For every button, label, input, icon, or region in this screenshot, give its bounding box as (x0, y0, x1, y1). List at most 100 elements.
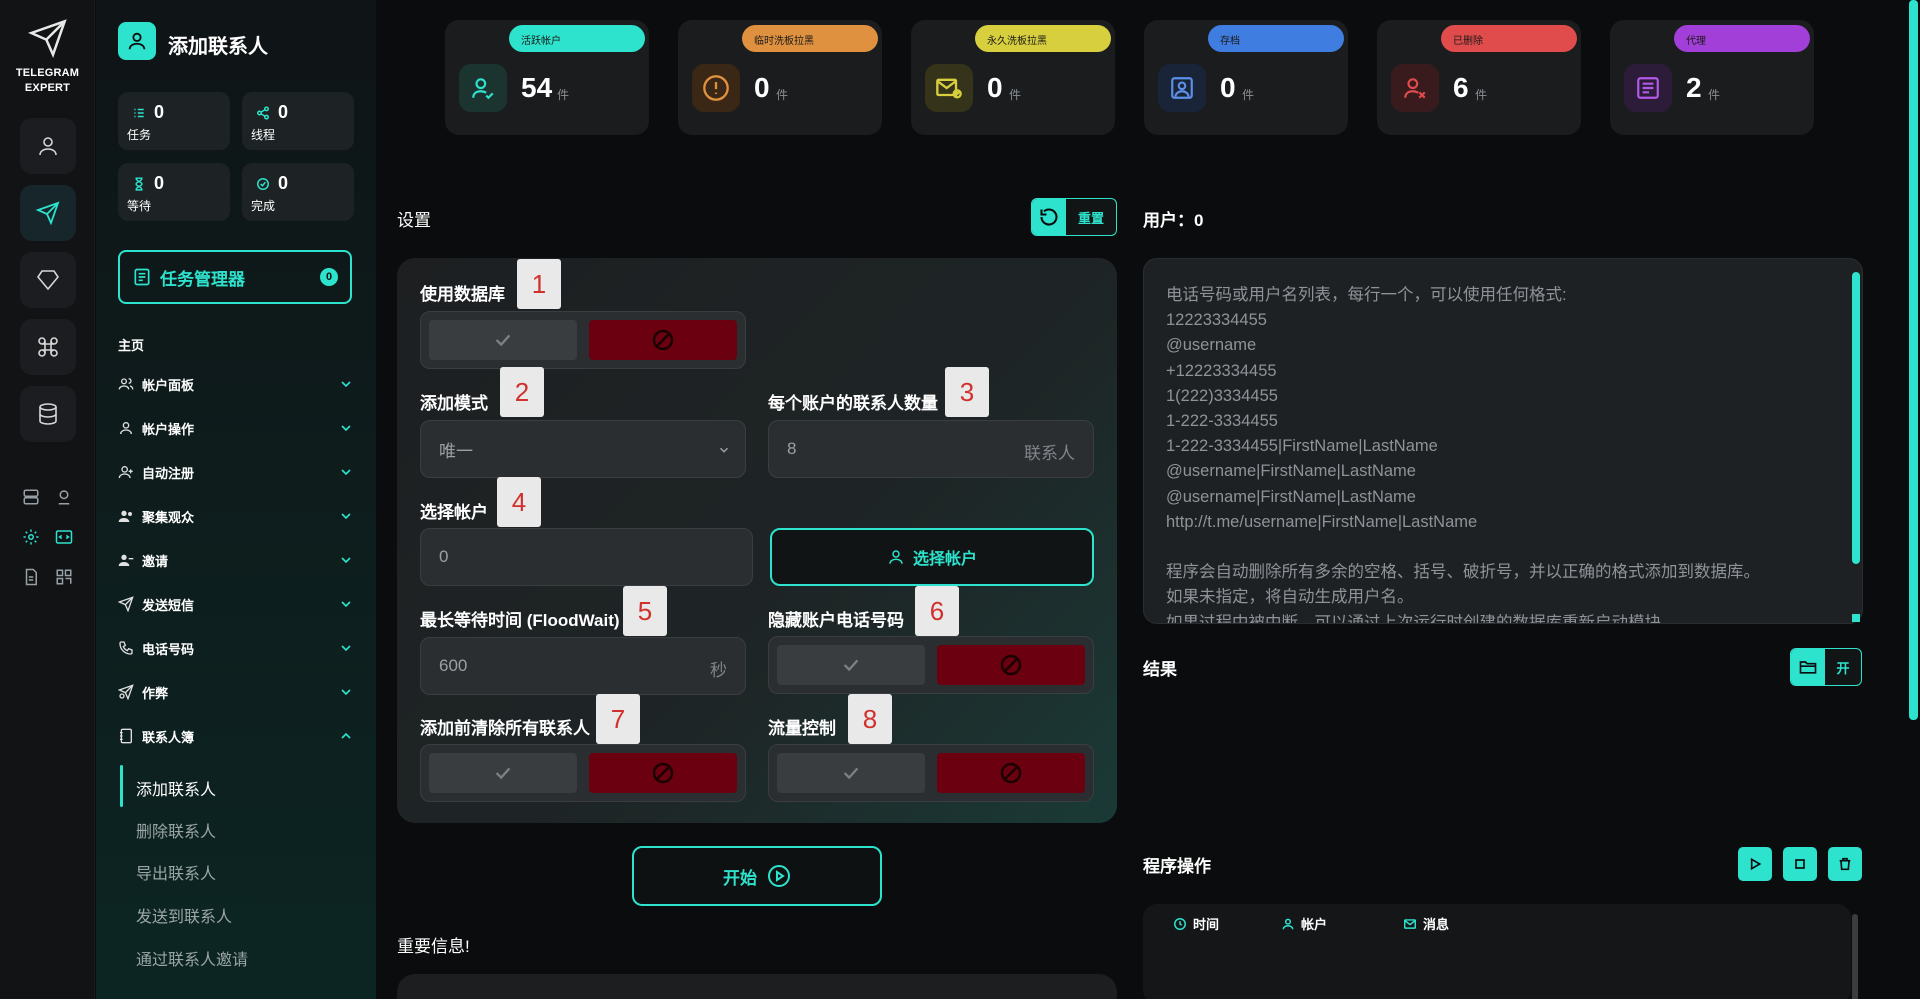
column-header-account[interactable]: 帐户 (1281, 914, 1327, 933)
clear-log-button[interactable] (1828, 847, 1862, 881)
toggle-no-button[interactable] (937, 645, 1085, 685)
sidebar-item-gather-audience[interactable]: 聚集观众 (118, 503, 354, 529)
sub-item-export-contacts[interactable]: 导出联系人 (136, 860, 216, 884)
reset-button[interactable]: 重置 (1031, 198, 1117, 236)
document-icon[interactable] (20, 566, 42, 588)
gear-icon[interactable] (20, 526, 42, 548)
check-icon (492, 762, 514, 784)
card-temp-blocked[interactable]: 临时洗板拉黑 0 件 (678, 20, 882, 135)
add-mode-value: 唯一 (439, 441, 473, 461)
sub-item-delete-contacts[interactable]: 删除联系人 (136, 818, 216, 842)
per-account-input[interactable]: 8 联系人 (768, 420, 1094, 478)
chevron-down-icon (338, 552, 354, 568)
hide-phone-toggle[interactable] (768, 636, 1094, 694)
group-icon (118, 508, 140, 524)
selected-account-count-field[interactable]: 0 (420, 528, 753, 586)
add-mode-select[interactable]: 唯一 (420, 420, 746, 478)
card-value: 0 (1220, 72, 1236, 103)
stop-button[interactable] (1783, 847, 1817, 881)
sidebar-item-send-sms[interactable]: 发送短信 (118, 591, 354, 617)
qr-icon[interactable] (53, 566, 75, 588)
card-unit: 件 (1009, 88, 1022, 102)
open-results-button[interactable]: 开 (1790, 648, 1862, 686)
operations-title: 程序操作 (1143, 857, 1211, 876)
ban-icon (999, 761, 1023, 785)
sidebar-item-auto-register[interactable]: 自动注册 (118, 459, 354, 485)
paper-plane-logo-icon (27, 18, 68, 58)
column-header-message[interactable]: 消息 (1403, 914, 1449, 933)
annotation-tag-1: 1 (517, 259, 561, 309)
folder-open-icon (1791, 649, 1825, 685)
clock-icon (1173, 917, 1187, 931)
rail-premium-button[interactable] (20, 252, 76, 308)
task-manager-button[interactable]: 任务管理器 0 (118, 250, 352, 304)
users-textarea[interactable]: 电话号码或用户名列表，每行一个，可以使用任何格式: 12223334455 @u… (1143, 258, 1863, 624)
rail-account-button[interactable] (20, 118, 76, 174)
textarea-resize-handle[interactable] (1852, 614, 1860, 622)
trash-icon (1837, 856, 1853, 872)
sidebar-item-contact-book[interactable]: 联系人簿 (118, 723, 354, 749)
select-account-button[interactable]: 选择帐户 (770, 528, 1094, 586)
sidebar-item-account-panel[interactable]: 帐户面板 (118, 371, 354, 397)
traffic-control-toggle[interactable] (768, 744, 1094, 802)
sidebar-item-phone-numbers[interactable]: 电话号码 (118, 635, 354, 661)
card-active-accounts[interactable]: 活跃帐户 54 件 (445, 20, 649, 135)
code-window-icon[interactable] (53, 526, 75, 548)
toggle-yes-button[interactable] (429, 753, 577, 793)
chevron-down-icon (338, 376, 354, 392)
toggle-no-button[interactable] (589, 753, 737, 793)
clear-before-toggle[interactable] (420, 744, 746, 802)
use-db-label: 使用数据库 (420, 285, 505, 304)
settings-title: 设置 (397, 211, 431, 230)
chevron-down-icon (338, 508, 354, 524)
important-info-box (397, 974, 1117, 999)
ban-icon (651, 328, 675, 352)
ban-icon (651, 761, 675, 785)
card-chip: 存档 (1208, 25, 1344, 52)
toggle-yes-button[interactable] (429, 320, 577, 360)
alert-circle-icon (692, 64, 740, 112)
sidebar-item-cheat[interactable]: 作弊 (118, 679, 354, 705)
page-scrollbar[interactable] (1909, 0, 1918, 720)
sub-item-send-to-contacts[interactable]: 发送到联系人 (136, 903, 232, 927)
card-value: 0 (754, 72, 770, 103)
toggle-no-button[interactable] (937, 753, 1085, 793)
sub-item-invite-via-contacts[interactable]: 通过联系人邀请 (136, 946, 248, 970)
start-button[interactable]: 开始 (632, 846, 882, 906)
server-icon[interactable] (20, 486, 42, 508)
start-label: 开始 (723, 868, 757, 888)
toggle-yes-button[interactable] (777, 645, 925, 685)
column-header-time[interactable]: 时间 (1173, 914, 1219, 933)
log-scrollbar[interactable] (1852, 914, 1858, 999)
flood-wait-input[interactable]: 600 秒 (420, 637, 746, 695)
card-unit: 件 (1475, 88, 1488, 102)
toggle-yes-button[interactable] (777, 753, 925, 793)
play-circle-icon (767, 864, 791, 888)
rail-command-button[interactable] (20, 319, 76, 375)
card-chip: 活跃帐户 (509, 25, 645, 52)
card-archive[interactable]: 存档 0 件 (1144, 20, 1348, 135)
flood-wait-label: 最长等待时间 (FloodWait) (420, 611, 620, 630)
rail-telegram-button[interactable] (20, 185, 76, 241)
chevron-down-icon (338, 640, 354, 656)
toggle-no-button[interactable] (589, 320, 737, 360)
card-deleted[interactable]: 已删除 6 件 (1377, 20, 1581, 135)
card-unit: 件 (557, 88, 570, 102)
card-proxy[interactable]: 代理 2 件 (1610, 20, 1814, 135)
sub-item-add-contacts[interactable]: 添加联系人 (136, 776, 216, 800)
hourglass-icon (132, 177, 146, 191)
users-icon (118, 376, 140, 392)
textarea-scrollbar[interactable] (1852, 272, 1860, 564)
use-db-toggle[interactable] (420, 311, 746, 369)
card-perm-blocked[interactable]: 永久洗板拉黑 0 件 (911, 20, 1115, 135)
play-button[interactable] (1738, 847, 1772, 881)
rail-database-button[interactable] (20, 386, 76, 442)
location-icon[interactable] (53, 486, 75, 508)
clear-before-label: 添加前清除所有联系人 (420, 719, 590, 738)
sidebar-item-invite[interactable]: 邀请 (118, 547, 354, 573)
chevron-down-icon (338, 596, 354, 612)
task-manager-badge: 0 (320, 268, 338, 286)
stat-threads-value: 0 (278, 102, 289, 122)
sidebar-item-account-ops[interactable]: 帐户操作 (118, 415, 354, 441)
stat-waiting-label: 等待 (127, 199, 152, 213)
